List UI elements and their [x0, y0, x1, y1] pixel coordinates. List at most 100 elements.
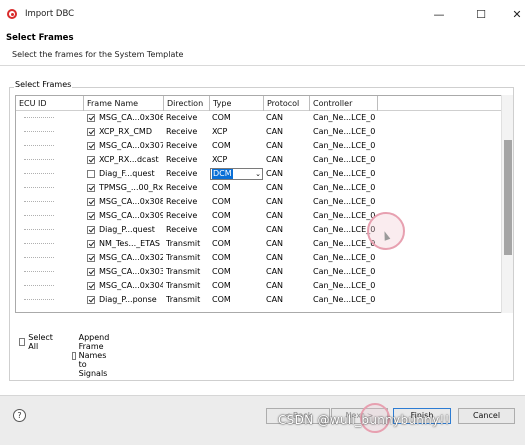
append-frame-names-checkbox[interactable]: Append Frame Names to Signals [72, 333, 114, 378]
direction-cell: Receive [166, 169, 198, 178]
frame-name-cell: Diag_F...quest [99, 169, 155, 178]
controller-cell: Can_Ne...LCE_0 [313, 281, 376, 290]
column-header-ecu-id[interactable]: ECU ID [16, 96, 84, 111]
select-all-checkbox[interactable]: Select All [19, 333, 55, 351]
table-row[interactable]: NM_Tes..._ETAS Transmit COM CAN Can_Ne...LCE… [16, 237, 498, 251]
row-checkbox[interactable] [87, 184, 95, 192]
protocol-cell: CAN [266, 267, 284, 276]
row-checkbox[interactable] [87, 212, 95, 220]
direction-cell: Transmit [166, 253, 201, 262]
table-row[interactable]: MSG_CA...0x304 Transmit COM CAN Can_Ne...LCE… [16, 279, 498, 293]
row-checkbox[interactable] [87, 282, 95, 290]
type-cell[interactable]: COM [212, 251, 264, 265]
protocol-cell: CAN [266, 281, 284, 290]
row-checkbox[interactable] [87, 268, 95, 276]
controller-cell: Can_Ne...LCE_0 [313, 113, 376, 122]
protocol-cell: CAN [266, 113, 284, 122]
append-frame-names-label: Append Frame Names to Signals [78, 333, 110, 378]
chevron-down-icon[interactable]: ⌄ [255, 169, 261, 180]
frame-name-cell: NM_Tes..._ETAS [99, 239, 161, 248]
minimize-button[interactable]: — [424, 4, 454, 24]
type-cell[interactable]: COM [212, 209, 264, 223]
frame-name-cell: MSG_CA...0x308 [99, 197, 163, 206]
direction-cell: Receive [166, 197, 198, 206]
controller-cell: Can_Ne...LCE_0 [313, 267, 376, 276]
table-row[interactable]: Diag_F...quest Receive DCM ⌄ CAN Can_Ne...LCE… [16, 167, 498, 181]
frames-table[interactable]: ECU ID Frame Name Direction Type Protoco… [15, 95, 513, 313]
row-checkbox[interactable] [87, 254, 95, 262]
row-checkbox[interactable] [87, 114, 95, 122]
row-checkbox[interactable] [87, 170, 95, 178]
table-row[interactable]: Diag_P...ponse Transmit COM CAN Can_Ne...LCE… [16, 293, 498, 307]
column-header-protocol[interactable]: Protocol [264, 96, 310, 111]
tree-connector [24, 131, 54, 132]
close-button[interactable]: ✕ [502, 4, 525, 24]
controller-cell: Can_Ne...LCE_0 [313, 169, 376, 178]
type-cell[interactable]: COM [212, 293, 264, 307]
type-cell[interactable]: XCP [212, 125, 264, 139]
type-dropdown[interactable]: DCM ⌄ [210, 168, 263, 180]
type-cell[interactable]: XCP [212, 153, 264, 167]
table-row[interactable]: MSG_CA...0x309 Receive COM CAN Can_Ne...LCE_… [16, 209, 498, 223]
vertical-scrollbar[interactable] [501, 95, 513, 313]
row-checkbox[interactable] [87, 296, 95, 304]
row-checkbox[interactable] [87, 226, 95, 234]
tree-connector [24, 201, 54, 202]
tree-connector [24, 187, 54, 188]
title-bar: Import DBC — ☐ ✕ [0, 0, 525, 28]
direction-cell: Receive [166, 127, 198, 136]
type-cell[interactable]: DCM ⌄ [210, 167, 264, 181]
frame-name-cell: MSG_CA...0x306 [99, 113, 163, 122]
group-label: Select Frames [14, 80, 73, 89]
row-checkbox[interactable] [87, 198, 95, 206]
table-row[interactable]: MSG_CA...0x303 Transmit COM CAN Can_Ne...LCE… [16, 265, 498, 279]
protocol-cell: CAN [266, 211, 284, 220]
column-header-direction[interactable]: Direction [164, 96, 210, 111]
tree-connector [24, 229, 54, 230]
tree-connector [24, 243, 54, 244]
row-checkbox[interactable] [87, 142, 95, 150]
page-title: Select Frames [6, 33, 74, 43]
column-header-frame-name[interactable]: Frame Name [84, 96, 164, 111]
table-row[interactable]: XCP_RX_CMD Receive XCP CAN Can_Ne...LCE_0 [16, 125, 498, 139]
tree-connector [24, 159, 54, 160]
type-cell[interactable]: COM [212, 279, 264, 293]
table-row[interactable]: MSG_CA...0x306 Receive COM CAN Can_Ne...LCE_… [16, 111, 498, 125]
type-cell[interactable]: COM [212, 181, 264, 195]
page-description: Select the frames for the System Templat… [12, 50, 184, 59]
type-cell[interactable]: COM [212, 111, 264, 125]
table-row[interactable]: TPMSG_...00_Rx Receive COM CAN Can_Ne...LCE_… [16, 181, 498, 195]
maximize-button[interactable]: ☐ [466, 4, 496, 24]
direction-cell: Transmit [166, 267, 201, 276]
type-cell[interactable]: COM [212, 265, 264, 279]
scrollbar-thumb[interactable] [504, 140, 512, 255]
tree-connector [24, 271, 54, 272]
table-row[interactable]: MSG_CA...0x307 Receive COM CAN Can_Ne...LCE_… [16, 139, 498, 153]
row-checkbox[interactable] [87, 156, 95, 164]
table-row[interactable]: MSG_CA...0x302 Transmit COM CAN Can_Ne...LCE… [16, 251, 498, 265]
direction-cell: Receive [166, 211, 198, 220]
direction-cell: Transmit [166, 239, 201, 248]
import-dbc-dialog: Import DBC — ☐ ✕ Select Frames Select th… [0, 0, 525, 445]
checkbox-box[interactable] [72, 351, 76, 360]
row-checkbox[interactable] [87, 240, 95, 248]
frame-name-cell: XCP_RX_CMD [99, 127, 152, 136]
checkbox-box[interactable] [19, 338, 26, 346]
table-row[interactable]: Diag_P...quest Receive COM CAN Can_Ne...LCE_… [16, 223, 498, 237]
direction-cell: Receive [166, 141, 198, 150]
help-icon[interactable]: ? [13, 409, 26, 422]
frame-name-cell: MSG_CA...0x304 [99, 281, 163, 290]
cancel-button[interactable]: Cancel [458, 408, 515, 424]
frame-name-cell: Diag_P...ponse [99, 295, 157, 304]
column-header-controller[interactable]: Controller [310, 96, 378, 111]
tree-connector [24, 145, 54, 146]
type-cell[interactable]: COM [212, 223, 264, 237]
type-cell[interactable]: COM [212, 139, 264, 153]
type-cell[interactable]: COM [212, 195, 264, 209]
column-header-type[interactable]: Type [210, 96, 264, 111]
type-cell[interactable]: COM [212, 237, 264, 251]
row-checkbox[interactable] [87, 128, 95, 136]
table-row[interactable]: MSG_CA...0x308 Receive COM CAN Can_Ne...LCE_… [16, 195, 498, 209]
frame-name-cell: TPMSG_...00_Rx [99, 183, 163, 192]
table-row[interactable]: XCP_RX...dcast Receive XCP CAN Can_Ne...LCE_… [16, 153, 498, 167]
